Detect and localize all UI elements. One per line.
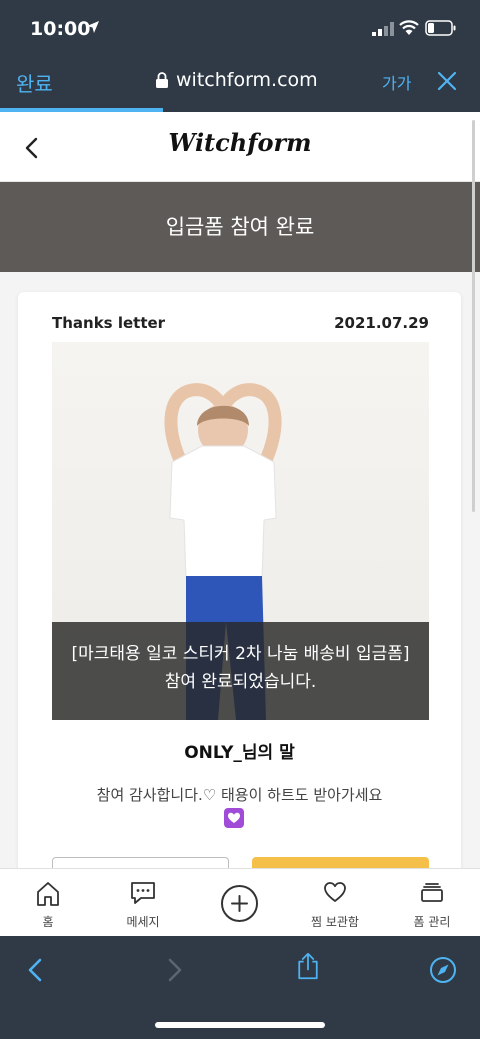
share-icon[interactable] (294, 952, 322, 980)
text-size-button[interactable]: 가가 (382, 70, 411, 94)
wifi-icon (399, 20, 419, 35)
photo-caption: [마크태용 일코 스티커 2차 나눔 배송비 입금폼] 참여 완료되었습니다. (52, 622, 429, 720)
tab-form-manage[interactable]: 폼 관리 (384, 869, 480, 937)
card-date: 2021.07.29 (334, 314, 429, 332)
thanks-letter-card: Thanks letter 2021.07.29 [마크태용 일코 스티커 2차… (18, 292, 461, 868)
site-header: Witchform (0, 112, 480, 182)
signal-icon (372, 22, 394, 36)
message-icon (131, 882, 155, 904)
browser-forward-icon (168, 958, 182, 982)
tab-form-manage-label: 폼 관리 (413, 915, 451, 929)
site-logo[interactable]: Witchform (0, 128, 480, 157)
tab-wishlist[interactable]: 찜 보관함 (287, 869, 383, 937)
card-title: Thanks letter (52, 314, 166, 332)
home-indicator (155, 1022, 325, 1028)
browser-top-chrome: 10:00 완료 witchform.com 가가 (0, 0, 480, 112)
owner-message-title: ONLY_님의 말 (184, 743, 295, 763)
browser-back-icon[interactable] (22, 956, 50, 984)
page-banner: 입금폼 참여 완료 (0, 182, 480, 272)
browser-nav-row: 완료 witchform.com 가가 (0, 56, 480, 108)
home-icon (37, 882, 59, 906)
secondary-button[interactable] (52, 857, 229, 868)
page-scrollbar[interactable] (472, 120, 475, 512)
done-button[interactable]: 완료 (16, 68, 53, 97)
tab-home[interactable]: 홈 (0, 869, 96, 937)
thanks-photo: [마크태용 일코 스티커 2차 나눔 배송비 입금폼] 참여 완료되었습니다. (52, 342, 429, 720)
tab-wishlist-label: 찜 보관함 (311, 915, 359, 929)
url-text: witchform.com (176, 69, 318, 91)
status-time: 10:00 (30, 18, 91, 40)
layers-icon (421, 883, 443, 902)
address-bar[interactable]: witchform.com (156, 69, 318, 91)
lock-icon (156, 72, 168, 88)
tab-message-label: 메세지 (126, 915, 160, 929)
purple-heart-icon (224, 808, 244, 828)
plus-circle-icon (221, 885, 258, 922)
location-arrow-icon (87, 21, 99, 33)
tab-home-label: 홈 (42, 915, 54, 929)
site-tab-bar: 홈 메세지 찜 보관함 폼 관리 (0, 868, 480, 936)
owner-message-text: 참여 감사합니다.♡ 태용이 하트도 받아가세요 (96, 786, 383, 804)
browser-bottom-toolbar (0, 936, 480, 1039)
caption-line-1: [마크태용 일코 스티커 2차 나눔 배송비 입금폼] (71, 644, 410, 664)
heart-icon (324, 882, 346, 902)
tab-message[interactable]: 메세지 (95, 869, 191, 937)
web-page: Witchform 입금폼 참여 완료 Thanks letter 2021.0… (0, 112, 480, 868)
tab-create[interactable] (191, 869, 287, 937)
caption-line-2: 참여 완료되었습니다. (164, 672, 317, 692)
status-bar: 10:00 (0, 0, 480, 56)
compass-icon[interactable] (429, 956, 457, 984)
primary-button[interactable] (252, 857, 429, 868)
close-icon[interactable] (436, 70, 458, 92)
battery-icon (425, 20, 456, 36)
